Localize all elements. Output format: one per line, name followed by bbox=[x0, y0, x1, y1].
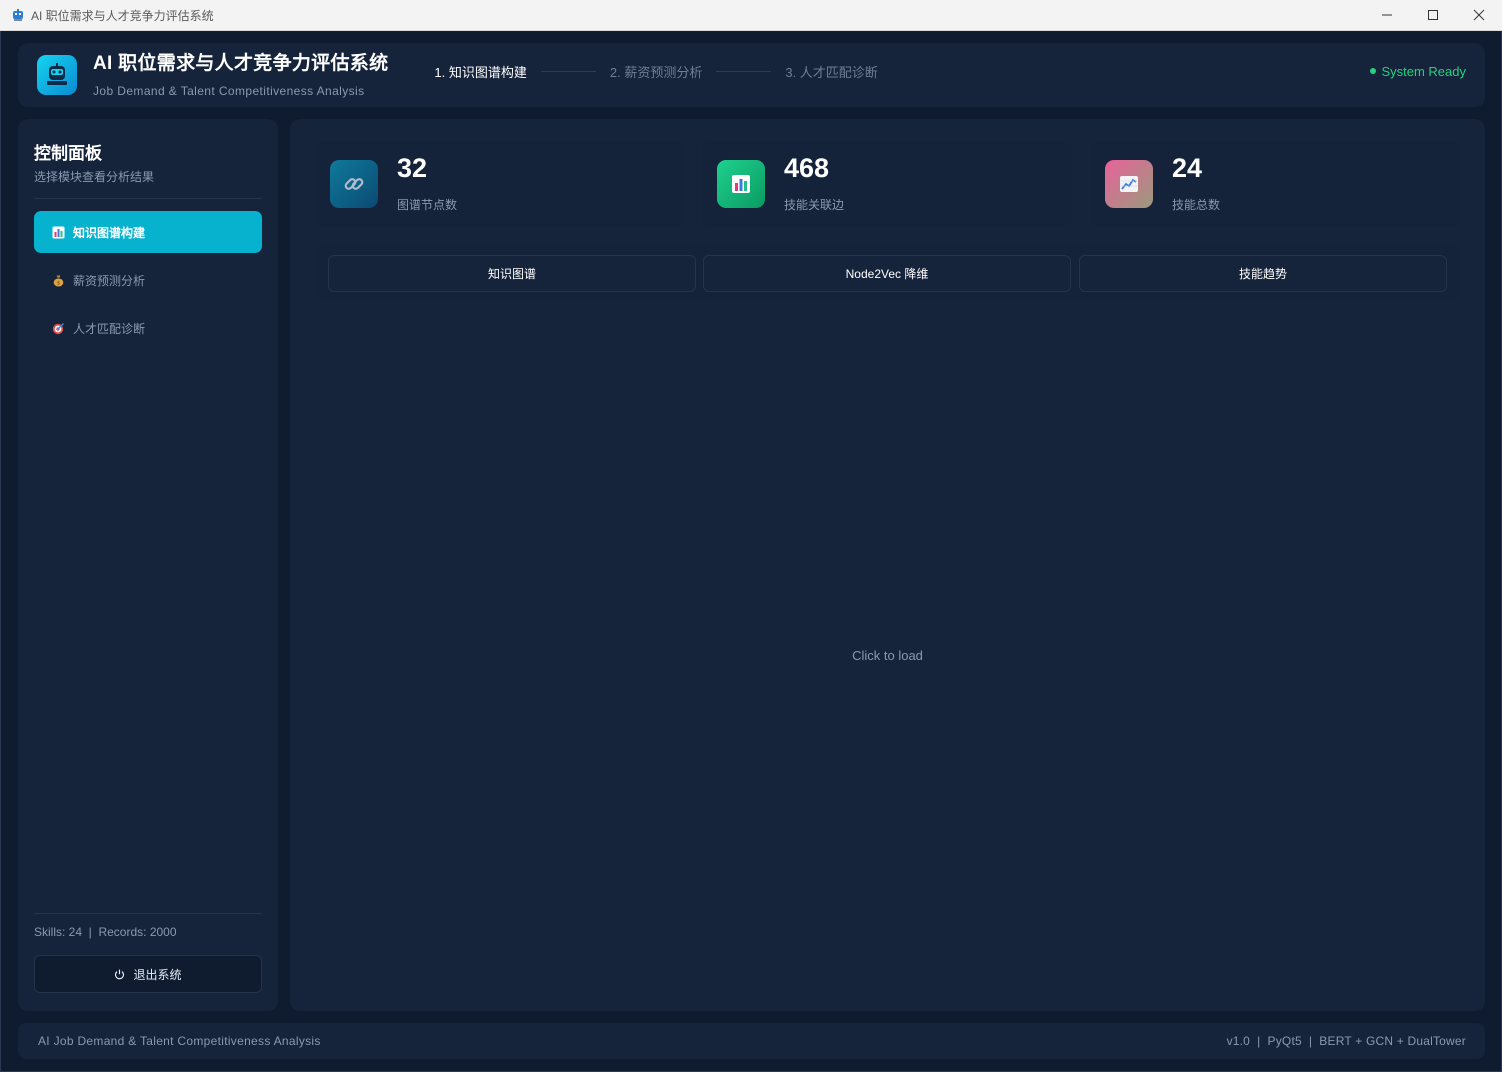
minimize-icon bbox=[1382, 14, 1392, 16]
app-window: AI 职位需求与人才竞争力评估系统 Job Demand & Talent Co… bbox=[0, 31, 1502, 1072]
maximize-icon bbox=[1428, 10, 1438, 20]
window-title: AI 职位需求与人才竞争力评估系统 bbox=[31, 8, 214, 23]
stat-card-skill-total: 24 技能总数 bbox=[1090, 141, 1460, 227]
app-subtitle: Job Demand & Talent Competitiveness Anal… bbox=[93, 83, 365, 98]
stat-card-skill-edges: 468 技能关联边 bbox=[702, 141, 1072, 227]
sidebar-item-label: 知识图谱构建 bbox=[73, 225, 146, 240]
robot-logo-icon bbox=[37, 55, 77, 95]
sidebar-item-knowledge-graph[interactable]: 知识图谱构建 bbox=[34, 211, 262, 253]
footer-version-info: v1.0 | PyQt5 | BERT + GCN + DualTower bbox=[1226, 1034, 1466, 1048]
sidebar-subtitle: 选择模块查看分析结果 bbox=[34, 170, 155, 184]
status-text: System Ready bbox=[1381, 63, 1466, 79]
divider bbox=[34, 913, 262, 914]
sidebar-item-talent-matching[interactable]: 人才匹配诊断 bbox=[34, 307, 262, 349]
stat-value: 468 bbox=[784, 153, 830, 183]
power-icon bbox=[114, 969, 125, 980]
logout-label: 退出系统 bbox=[133, 967, 182, 982]
stat-label: 技能关联边 bbox=[784, 198, 845, 212]
close-icon bbox=[1473, 9, 1485, 21]
bar-chart-icon bbox=[52, 226, 65, 239]
link-icon bbox=[330, 160, 378, 208]
tab-knowledge-graph[interactable]: 知识图谱 bbox=[328, 255, 696, 292]
minimize-button[interactable] bbox=[1364, 0, 1410, 31]
sidebar-item-label: 薪资预测分析 bbox=[73, 273, 146, 288]
app-header: AI 职位需求与人才竞争力评估系统 Job Demand & Talent Co… bbox=[18, 43, 1485, 107]
step-talent-matching: 3. 人才匹配诊断 bbox=[785, 64, 878, 80]
bar-chart-icon bbox=[717, 160, 765, 208]
maximize-button[interactable] bbox=[1410, 0, 1456, 31]
svg-text:$: $ bbox=[57, 280, 60, 286]
step-connector bbox=[716, 70, 772, 72]
sidebar-item-label: 人才匹配诊断 bbox=[73, 321, 146, 336]
app-title: AI 职位需求与人才竞争力评估系统 bbox=[93, 52, 389, 74]
divider bbox=[34, 198, 262, 199]
stat-card-graph-nodes: 32 图谱节点数 bbox=[315, 141, 685, 227]
tab-skill-trends[interactable]: 技能趋势 bbox=[1079, 255, 1447, 292]
target-icon bbox=[52, 322, 65, 335]
footer-app-name: AI Job Demand & Talent Competitiveness A… bbox=[38, 1034, 321, 1048]
money-bag-icon: $ bbox=[52, 274, 65, 287]
sidebar: 控制面板 选择模块查看分析结果 知识图谱构建 $ 薪资预测分析 人才匹配诊断 S… bbox=[18, 119, 278, 1011]
stat-value: 24 bbox=[1172, 153, 1203, 183]
app-footer: AI Job Demand & Talent Competitiveness A… bbox=[18, 1023, 1485, 1059]
progress-steps: 1. 知识图谱构建 2. 薪资预测分析 3. 人才匹配诊断 bbox=[434, 62, 877, 81]
status-dot-icon bbox=[1370, 68, 1377, 74]
robot-app-icon bbox=[11, 8, 25, 22]
tab-node2vec[interactable]: Node2Vec 降维 bbox=[703, 255, 1071, 292]
window-titlebar: AI 职位需求与人才竞争力评估系统 bbox=[0, 0, 1502, 31]
main-panel: 32 图谱节点数 468 技能关联边 24 技能总数 知识图谱 Node2Vec… bbox=[290, 119, 1485, 1011]
step-salary-prediction: 2. 薪资预测分析 bbox=[609, 64, 703, 80]
logout-button[interactable]: 退出系统 bbox=[34, 955, 262, 993]
stat-label: 图谱节点数 bbox=[397, 198, 458, 212]
step-connector bbox=[540, 70, 596, 72]
close-button[interactable] bbox=[1456, 0, 1502, 31]
content-placeholder[interactable]: Click to load bbox=[290, 648, 1485, 663]
sidebar-title: 控制面板 bbox=[34, 144, 102, 163]
dataset-stats: Skills: 24 | Records: 2000 bbox=[34, 925, 177, 939]
step-knowledge-graph: 1. 知识图谱构建 bbox=[434, 64, 527, 80]
sidebar-item-salary-prediction[interactable]: $ 薪资预测分析 bbox=[34, 259, 262, 301]
stat-value: 32 bbox=[397, 153, 428, 183]
trend-chart-icon bbox=[1105, 160, 1153, 208]
view-tab-bar: 知识图谱 Node2Vec 降维 技能趋势 bbox=[315, 243, 1461, 300]
stat-label: 技能总数 bbox=[1172, 198, 1221, 212]
system-status: System Ready bbox=[1370, 64, 1466, 79]
